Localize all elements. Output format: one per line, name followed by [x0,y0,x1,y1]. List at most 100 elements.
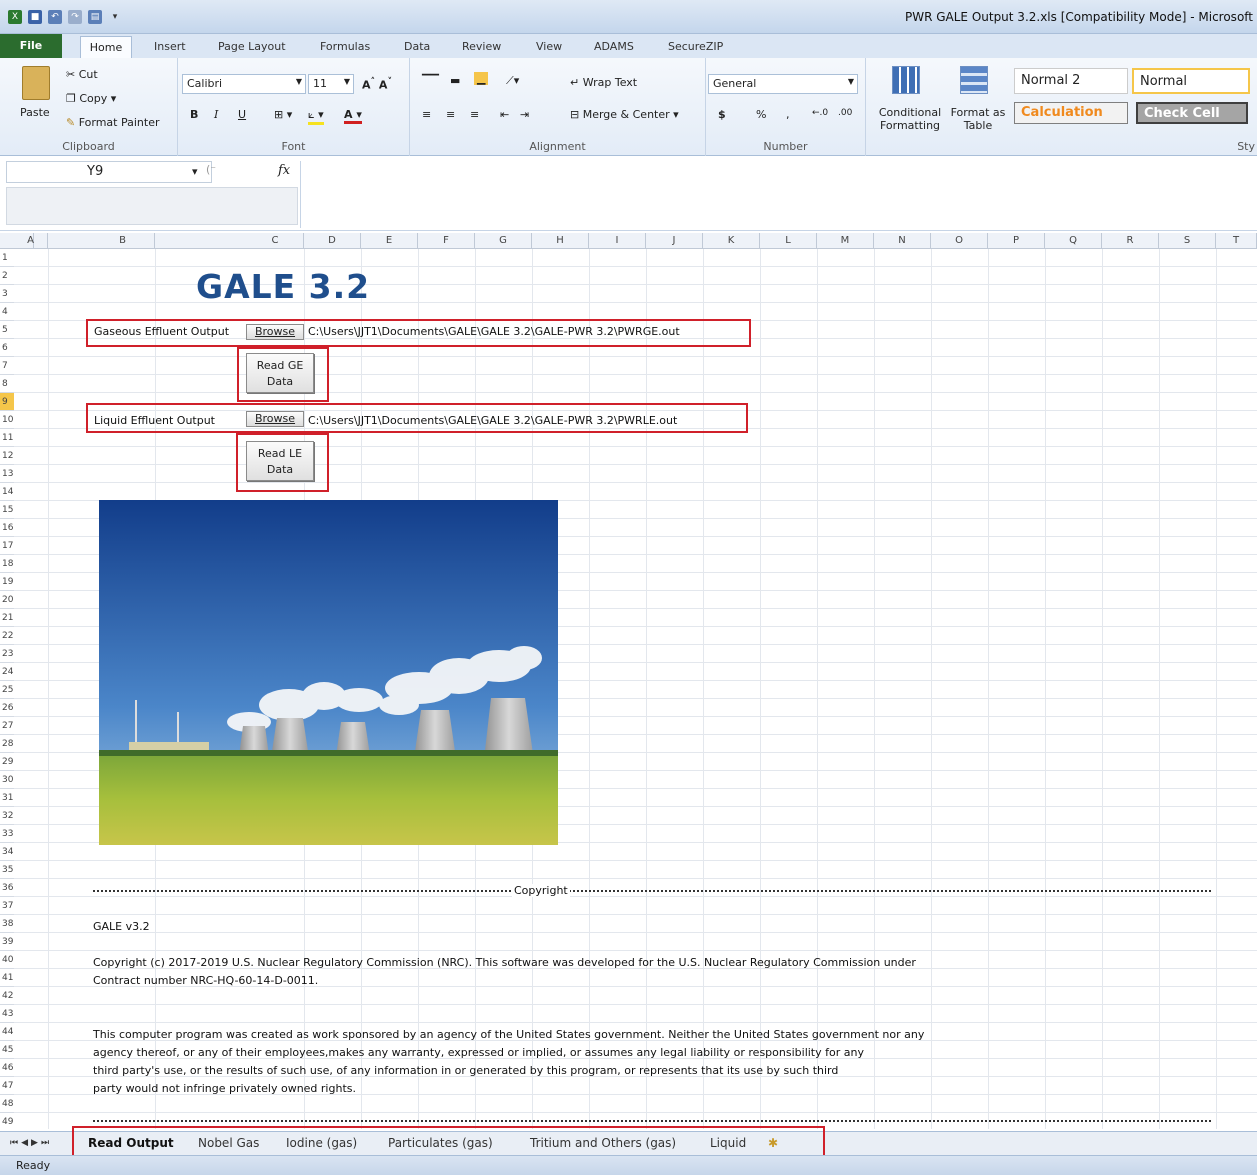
read-le-data-button[interactable]: Read LE Data [246,441,314,481]
row-header[interactable]: 4 [0,303,14,321]
row-header[interactable]: 16 [0,519,14,537]
increase-decimal-icon[interactable]: ←.0 [812,108,828,118]
column-header[interactable]: P [988,233,1045,249]
row-header[interactable]: 35 [0,861,14,879]
print-preview-icon[interactable]: ▤ [88,10,102,24]
row-header[interactable]: 36 [0,879,14,897]
column-header[interactable]: N [874,233,931,249]
increase-indent-icon[interactable]: ⇥ [520,108,529,121]
row-header[interactable]: 6 [0,339,14,357]
sheet-nav-arrows[interactable]: ⏮◀▶⏭ [10,1138,52,1148]
row-header[interactable]: 45 [0,1041,14,1059]
row-header[interactable]: 20 [0,591,14,609]
grow-font-icon[interactable]: A˄ A˅ [362,76,392,92]
format-painter-button[interactable]: ✎ Format Painter [66,116,160,129]
row-header[interactable]: 7 [0,357,14,375]
style-normal[interactable]: Normal [1132,68,1250,94]
row-header[interactable]: 29 [0,753,14,771]
insert-function-icon[interactable]: fx [278,163,290,178]
tab-view[interactable]: View [536,40,562,53]
row-header[interactable]: 43 [0,1005,14,1023]
number-format-select[interactable]: General ▼ [708,74,858,94]
row-header[interactable]: 42 [0,987,14,1005]
column-header[interactable]: A [14,233,48,249]
column-header[interactable]: J [646,233,703,249]
bold-button[interactable]: B [190,108,198,121]
decrease-indent-icon[interactable]: ⇤ [500,108,509,121]
formula-input[interactable] [300,161,1250,228]
tab-adams[interactable]: ADAMS [594,40,634,53]
tab-page-layout[interactable]: Page Layout [218,40,286,53]
cut-button[interactable]: ✂ Cut [66,68,98,81]
sheet-tab-tritium[interactable]: Tritium and Others (gas) [530,1136,676,1150]
row-header[interactable]: 10 [0,411,14,429]
gaseous-browse-button[interactable]: Browse [246,324,304,340]
style-normal-2[interactable]: Normal 2 [1014,68,1128,94]
row-header[interactable]: 33 [0,825,14,843]
sheet-tab-liquid[interactable]: Liquid [710,1136,746,1150]
align-bottom-icon[interactable]: ▁ [474,72,489,85]
row-header[interactable]: 41 [0,969,14,987]
underline-button[interactable]: U [238,108,246,121]
currency-button[interactable]: $ [718,108,726,121]
tab-data[interactable]: Data [404,40,430,53]
conditional-formatting-button[interactable]: Conditional Formatting [872,106,948,132]
format-as-table-icon[interactable] [960,66,988,94]
row-header[interactable]: 26 [0,699,14,717]
align-center-icon[interactable]: ≡ [446,108,455,121]
row-header[interactable]: 18 [0,555,14,573]
copy-button[interactable]: ❐ Copy ▾ [66,92,116,105]
column-header[interactable]: R [1102,233,1159,249]
row-header[interactable]: 23 [0,645,14,663]
decrease-decimal-icon[interactable]: .00 [838,108,852,118]
tab-insert[interactable]: Insert [154,40,186,53]
column-header[interactable]: I [589,233,646,249]
row-header[interactable]: 40 [0,951,14,969]
row-header[interactable]: 22 [0,627,14,645]
paste-icon[interactable] [22,66,50,100]
row-header[interactable]: 34 [0,843,14,861]
row-header[interactable]: 30 [0,771,14,789]
sheet-tab-read-output[interactable]: Read Output [88,1136,174,1150]
sheet-tab-particulates[interactable]: Particulates (gas) [388,1136,493,1150]
row-header[interactable]: 39 [0,933,14,951]
column-header[interactable]: B [91,233,155,249]
font-color-icon[interactable]: A ▾ [344,108,362,124]
redo-icon[interactable]: ↷ [68,10,82,24]
row-header[interactable]: 46 [0,1059,14,1077]
row-header[interactable]: 9 [0,393,14,411]
column-header[interactable]: H [532,233,589,249]
row-header[interactable]: 2 [0,267,14,285]
column-header[interactable]: Q [1045,233,1102,249]
column-header[interactable]: F [418,233,475,249]
row-header[interactable]: 11 [0,429,14,447]
row-header[interactable]: 24 [0,663,14,681]
row-header[interactable]: 5 [0,321,14,339]
customize-qat-icon[interactable]: ▾ [108,10,122,24]
tab-review[interactable]: Review [462,40,501,53]
row-header[interactable]: 12 [0,447,14,465]
column-header[interactable]: G [475,233,532,249]
column-header[interactable]: M [817,233,874,249]
column-header[interactable]: S [1159,233,1216,249]
cancel-entry-icon[interactable]: (⁻ [206,163,216,176]
name-box[interactable]: Y9 [6,161,212,183]
tab-home[interactable]: Home [80,36,132,59]
percent-button[interactable]: % [756,108,766,121]
column-header[interactable]: E [361,233,418,249]
fill-color-icon[interactable]: ⟀ ▾ [308,108,324,125]
row-header[interactable]: 8 [0,375,14,393]
sheet-tab-iodine[interactable]: Iodine (gas) [286,1136,357,1150]
align-middle-icon[interactable]: ▬ [450,74,460,87]
tab-formulas[interactable]: Formulas [320,40,370,53]
row-header[interactable]: 31 [0,789,14,807]
paste-button[interactable]: Paste [20,106,50,119]
orientation-icon[interactable]: ⟋▾ [506,74,519,88]
style-calculation[interactable]: Calculation [1014,102,1128,124]
save-icon[interactable]: ■ [28,10,42,24]
format-as-table-button[interactable]: Format as Table [950,106,1006,132]
column-header[interactable]: D [304,233,361,249]
row-header[interactable]: 27 [0,717,14,735]
style-check-cell[interactable]: Check Cell [1136,102,1248,124]
italic-button[interactable]: I [214,108,218,121]
